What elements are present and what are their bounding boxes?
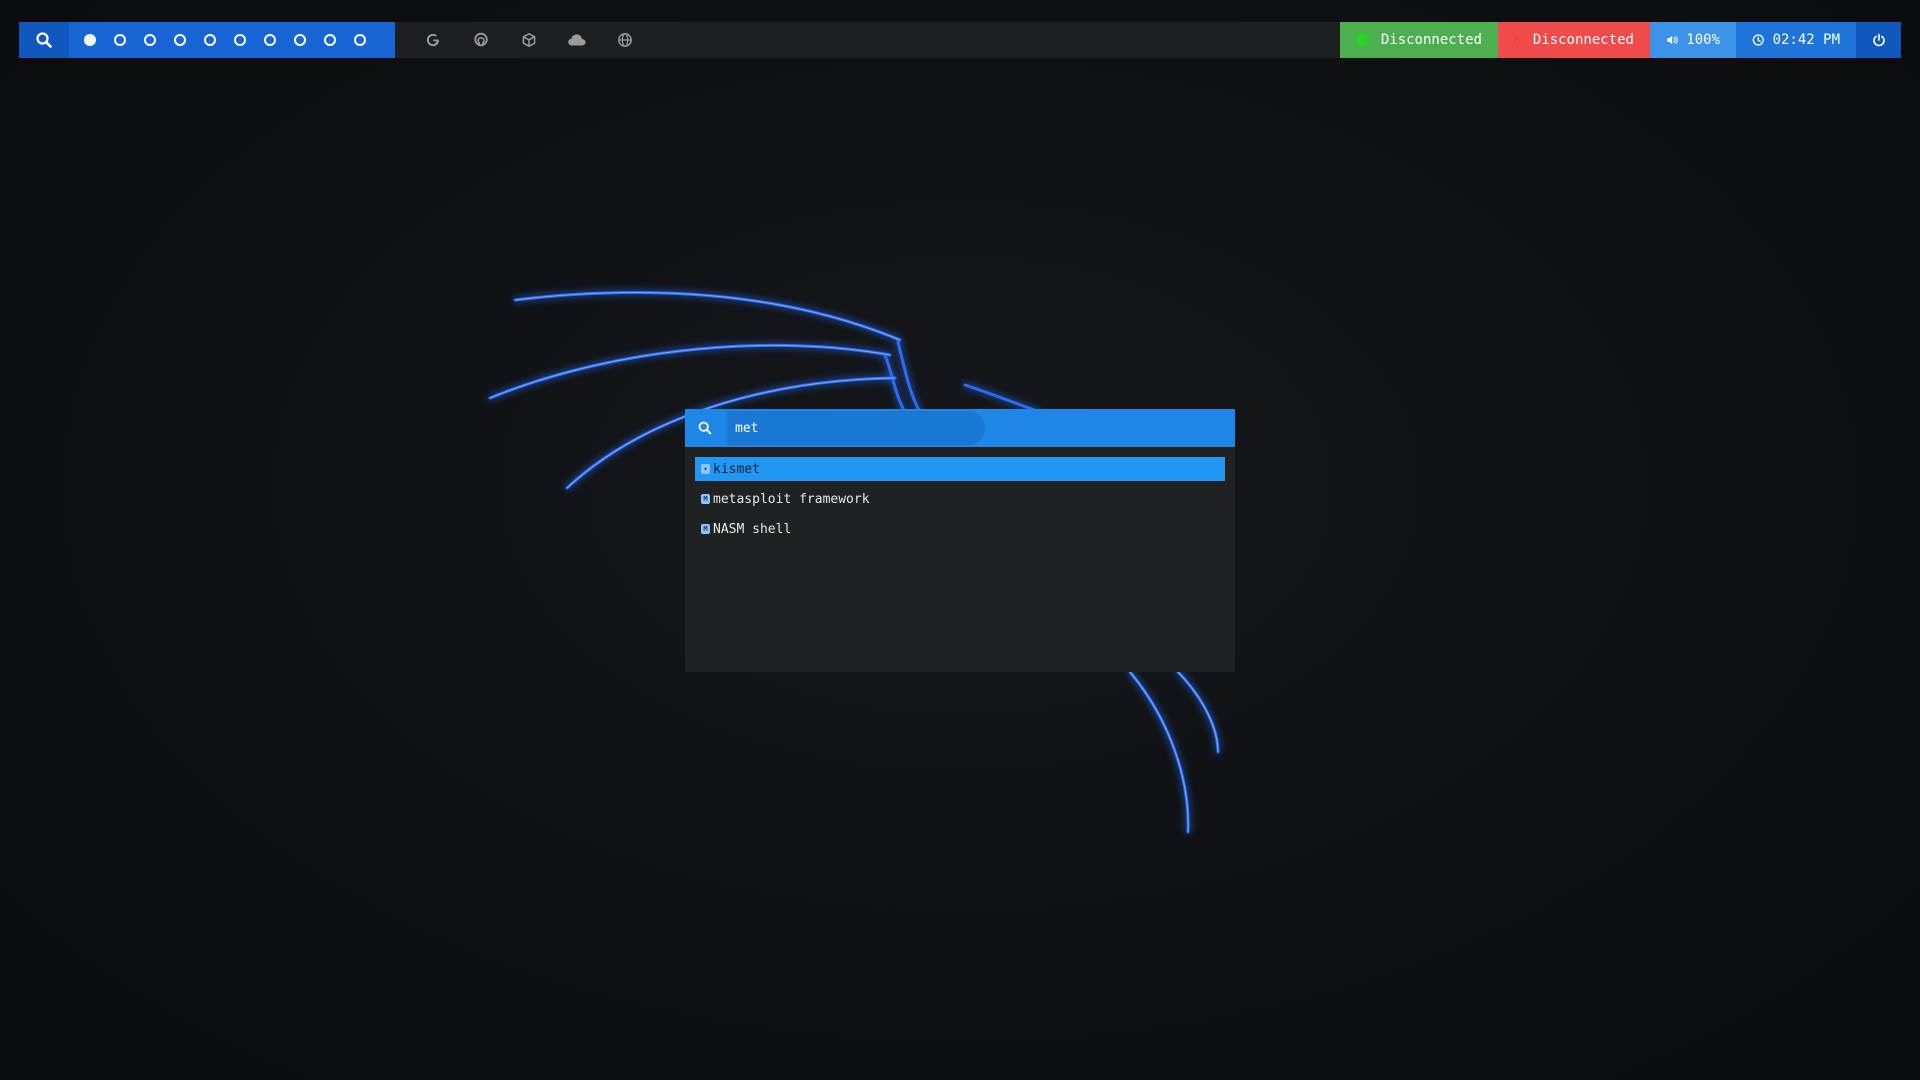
power-button[interactable] xyxy=(1856,22,1901,58)
metasploit-app-icon: M xyxy=(701,494,710,504)
clock-label: 02:42 PM xyxy=(1772,32,1840,48)
application-launcher-menu: ▾ kismet M metasploit framework M NASM s… xyxy=(685,409,1235,672)
launcher-search-input[interactable] xyxy=(727,419,967,437)
result-metasploit-framework[interactable]: M metasploit framework xyxy=(695,487,1225,511)
github-launcher[interactable] xyxy=(457,32,505,48)
clock-icon xyxy=(1752,34,1764,46)
globe-icon xyxy=(618,33,632,47)
vpn-status-label: Disconnected xyxy=(1532,32,1634,48)
workspace-switcher xyxy=(69,22,395,58)
search-icon xyxy=(698,421,712,435)
google-icon xyxy=(426,33,439,47)
clock[interactable]: 02:42 PM xyxy=(1736,22,1856,58)
volume-label: 100% xyxy=(1686,32,1720,48)
result-kismet[interactable]: ▾ kismet xyxy=(695,457,1225,481)
launcher-search-field[interactable] xyxy=(727,411,985,445)
workspace-9[interactable] xyxy=(324,34,336,46)
result-label: kismet xyxy=(713,461,760,477)
workspace-5[interactable] xyxy=(204,34,216,46)
workspace-4[interactable] xyxy=(174,34,186,46)
app-search-button[interactable] xyxy=(19,22,69,58)
package-icon xyxy=(522,33,536,47)
network-status[interactable]: Disconnected xyxy=(1340,22,1498,58)
speaker-icon xyxy=(1667,35,1678,45)
result-nasm-shell[interactable]: M NASM shell xyxy=(695,517,1225,541)
workspace-8[interactable] xyxy=(294,34,306,46)
cloud-icon xyxy=(568,34,586,46)
workspace-6[interactable] xyxy=(234,34,246,46)
launcher-shortcuts xyxy=(395,22,649,58)
cloud-outline-icon xyxy=(1514,37,1521,43)
launcher-search-icon-wrap xyxy=(685,421,725,435)
network-status-icon xyxy=(1356,33,1369,47)
result-label: NASM shell xyxy=(713,521,792,537)
kismet-app-icon: ▾ xyxy=(701,464,710,474)
top-bar: Disconnected Disconnected 100% 02:42 PM xyxy=(19,22,1901,58)
workspace-2[interactable] xyxy=(114,34,126,46)
network-status-label: Disconnected xyxy=(1380,32,1482,48)
workspace-10[interactable] xyxy=(354,34,366,46)
desktop: Disconnected Disconnected 100% 02:42 PM xyxy=(0,0,1920,1080)
vpn-status[interactable]: Disconnected xyxy=(1498,22,1650,58)
workspace-7[interactable] xyxy=(264,34,276,46)
result-label: metasploit framework xyxy=(713,491,870,507)
volume-control[interactable]: 100% xyxy=(1650,22,1736,58)
launcher-results: ▾ kismet M metasploit framework M NASM s… xyxy=(685,447,1235,541)
google-launcher[interactable] xyxy=(409,32,457,48)
search-icon xyxy=(36,32,52,48)
power-icon xyxy=(1872,33,1885,47)
nasm-app-icon: M xyxy=(701,524,710,534)
workspace-3[interactable] xyxy=(144,34,156,46)
browser-launcher[interactable] xyxy=(601,32,649,48)
package-launcher[interactable] xyxy=(505,32,553,48)
launcher-search-bar xyxy=(685,409,1235,447)
workspace-1[interactable] xyxy=(84,34,96,46)
cloud-launcher[interactable] xyxy=(553,32,601,48)
github-icon xyxy=(474,32,488,47)
